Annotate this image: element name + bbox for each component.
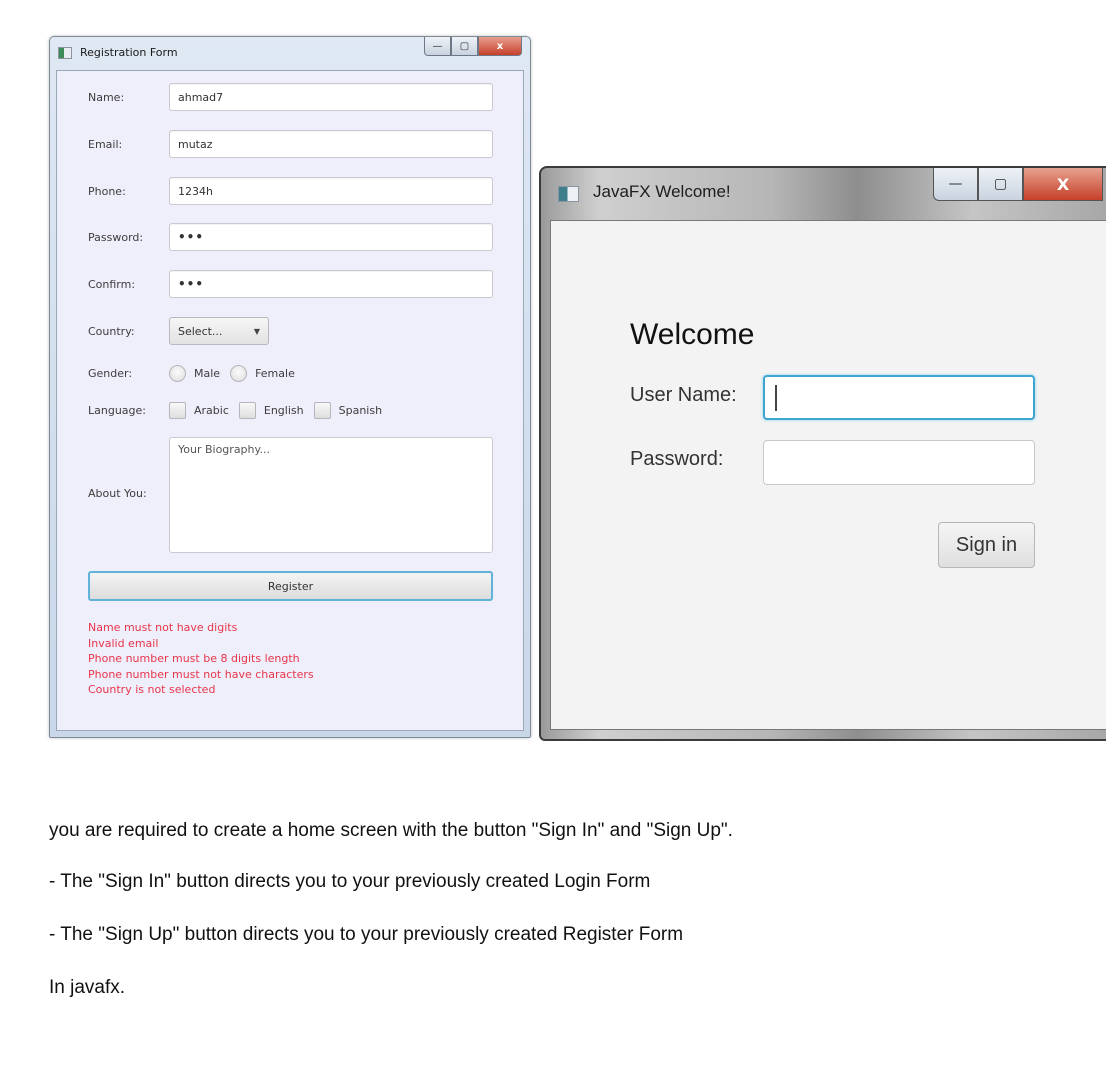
maximize-button[interactable]: ▢ (978, 168, 1023, 201)
minimize-button[interactable]: — (933, 168, 978, 201)
minimize-icon: — (432, 40, 443, 52)
password-label: Password: (88, 230, 144, 244)
radio-label: Female (255, 366, 295, 380)
error-message: Name must not have digits (88, 621, 238, 634)
close-button[interactable]: X (1023, 168, 1103, 201)
error-message: Phone number must not have characters (88, 667, 314, 681)
gender-radio-male[interactable]: Male (169, 364, 221, 382)
instruction-line: - The "Sign In" button directs you to yo… (49, 871, 651, 892)
confirm-password-input[interactable]: ••• (169, 270, 493, 298)
username-input[interactable] (763, 375, 1035, 420)
welcome-heading: Welcome (630, 318, 755, 351)
chevron-down-icon: ▼ (253, 326, 260, 336)
close-icon: x (496, 40, 504, 52)
gender-label: Gender: (88, 366, 133, 380)
registration-window-title: Registration Form (80, 46, 178, 59)
phone-input[interactable]: 1234h (169, 177, 493, 205)
close-icon: X (1056, 174, 1070, 194)
email-row: Email: mutaz (88, 130, 493, 158)
password-input[interactable] (763, 440, 1035, 485)
instruction-line: In javafx. (49, 977, 126, 998)
email-input[interactable]: mutaz (169, 130, 493, 158)
registration-content: Name: ahmad7 Email: mutaz Phone: 1234h P… (56, 70, 524, 731)
text-caret (775, 385, 777, 411)
welcome-window-title: JavaFX Welcome! (593, 182, 731, 201)
name-input[interactable]: ahmad7 (169, 83, 493, 111)
name-row: Name: ahmad7 (88, 83, 493, 111)
checkbox-label: Arabic (194, 403, 229, 417)
welcome-titlebar[interactable]: JavaFX Welcome! — ▢ X (541, 168, 1106, 218)
register-button[interactable]: Register (88, 571, 493, 601)
checkbox-icon (313, 401, 331, 419)
error-messages: Name must not have digits Invalid email … (88, 620, 314, 698)
gender-radio-female[interactable]: Female (230, 364, 295, 382)
instruction-line: - The "Sign Up" button directs you to yo… (49, 924, 684, 945)
country-label: Country: (88, 324, 135, 338)
error-message: Phone number must be 8 digits length (88, 652, 300, 666)
language-checkbox-arabic[interactable]: Arabic (169, 401, 229, 419)
registration-form-window: Registration Form — ▢ x Name: ahmad7 Ema… (49, 36, 531, 738)
username-label: User Name: (630, 384, 737, 406)
radio-circle-icon (169, 364, 186, 382)
error-message: Invalid email (88, 636, 159, 650)
confirm-label: Confirm: (88, 277, 136, 291)
welcome-content: Welcome User Name: Password: Sign in (550, 220, 1106, 730)
window-controls: — ▢ X (933, 168, 1103, 201)
language-row: Language: Arabic English Spanish (88, 396, 493, 424)
checkbox-icon (169, 401, 186, 419)
checkbox-label: Spanish (338, 403, 383, 417)
about-label: About You: (88, 487, 147, 500)
confirm-row: Confirm: ••• (88, 270, 493, 298)
window-controls: — ▢ x (424, 37, 522, 57)
country-row: Country: Select... ▼ (88, 317, 493, 345)
registration-titlebar[interactable]: Registration Form — ▢ x (50, 37, 530, 70)
language-label: Language: (88, 403, 146, 417)
minimize-icon: — (948, 176, 963, 192)
app-window-icon (558, 186, 579, 202)
maximize-button[interactable]: ▢ (451, 37, 478, 56)
checkbox-icon (238, 401, 256, 419)
radio-label: Male (194, 366, 221, 380)
checkbox-label: English (263, 403, 304, 417)
minimize-button[interactable]: — (424, 37, 451, 56)
close-button[interactable]: x (478, 37, 522, 56)
maximize-icon: ▢ (993, 176, 1008, 192)
email-label: Email: (88, 137, 123, 151)
phone-label: Phone: (88, 184, 126, 198)
password-row: Password: ••• (88, 223, 493, 251)
maximize-icon: ▢ (459, 40, 470, 52)
phone-row: Phone: 1234h (88, 177, 493, 205)
app-window-icon (58, 47, 72, 59)
instruction-line: you are required to create a home screen… (49, 820, 733, 841)
language-checkbox-spanish[interactable]: Spanish (313, 401, 383, 419)
biography-textarea[interactable]: Your Biography... (169, 437, 493, 553)
language-checkbox-english[interactable]: English (238, 401, 304, 419)
country-select[interactable]: Select... ▼ (169, 317, 269, 345)
error-message: Country is not selected (88, 683, 216, 697)
gender-row: Gender: Male Female (88, 359, 493, 387)
name-label: Name: (88, 90, 125, 104)
password-label: Password: (630, 448, 724, 470)
radio-circle-icon (230, 364, 248, 382)
sign-in-button[interactable]: Sign in (938, 522, 1035, 568)
password-input[interactable]: ••• (169, 223, 493, 251)
country-selected-value: Select... (178, 324, 223, 338)
welcome-login-window: JavaFX Welcome! — ▢ X Welcome User Name:… (539, 166, 1106, 741)
